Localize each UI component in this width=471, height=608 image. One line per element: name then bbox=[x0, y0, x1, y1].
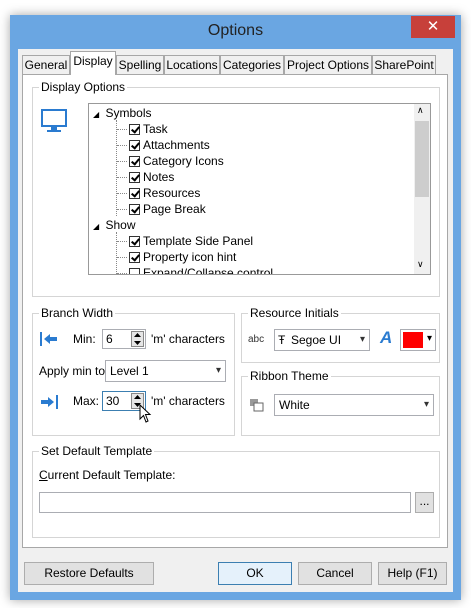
max-width-arrow-icon bbox=[41, 395, 58, 409]
tab-display[interactable]: Display bbox=[70, 51, 116, 75]
min-width-arrow-icon bbox=[40, 332, 57, 346]
page-break-checkbox[interactable] bbox=[129, 204, 140, 216]
font-value: Segoe UI bbox=[291, 333, 342, 347]
tree-item-label: Resources bbox=[143, 186, 201, 200]
ok-button[interactable]: OK bbox=[218, 562, 292, 585]
tab-general[interactable]: General bbox=[22, 55, 70, 74]
display-options-group: Display Options ◢ Symbols Task Attachmen… bbox=[32, 80, 440, 297]
tab-sharepoint[interactable]: SharePoint bbox=[372, 55, 436, 74]
template-path-input[interactable] bbox=[39, 492, 411, 513]
font-glyph-icon: Ŧ bbox=[278, 333, 286, 347]
window-title: Options bbox=[207, 22, 264, 39]
color-swatch bbox=[403, 332, 423, 348]
tree-item-label: Task bbox=[143, 122, 168, 136]
min-spinner[interactable]: 6 bbox=[102, 329, 146, 349]
tab-project-options[interactable]: Project Options bbox=[284, 55, 372, 74]
tree-item-attachments[interactable]: Attachments bbox=[117, 137, 210, 153]
font-dropdown[interactable]: Ŧ Segoe UI ▾ bbox=[274, 329, 370, 351]
color-picker[interactable]: ▾ bbox=[400, 329, 436, 351]
spin-arrows-icon[interactable] bbox=[131, 331, 144, 347]
font-color-icon: A bbox=[380, 328, 393, 347]
ribbon-theme-value: White bbox=[279, 398, 310, 412]
tree-item-resources[interactable]: Resources bbox=[117, 185, 200, 201]
abc-icon: abc bbox=[248, 334, 265, 345]
min-label: Min: bbox=[73, 332, 96, 346]
options-dialog: Options ✕ General Display Spelling Locat… bbox=[10, 15, 461, 600]
ribbon-theme-icon bbox=[250, 399, 264, 412]
chevron-down-icon: ▾ bbox=[215, 365, 221, 376]
scroll-thumb[interactable] bbox=[415, 121, 429, 197]
default-template-label: Set Default Template bbox=[39, 444, 155, 458]
resource-initials-group: Resource Initials abc Ŧ Segoe UI ▾ A ▾ bbox=[241, 306, 440, 363]
monitor-icon bbox=[41, 109, 67, 132]
tab-locations[interactable]: Locations bbox=[164, 55, 220, 74]
task-checkbox[interactable] bbox=[129, 124, 140, 136]
tree-group-label: Symbols bbox=[105, 106, 152, 120]
scroll-down-icon[interactable]: ∨ bbox=[417, 259, 424, 270]
tree-scrollbar[interactable]: ∧ ∨ bbox=[414, 104, 430, 274]
restore-defaults-button[interactable]: Restore Defaults bbox=[24, 562, 154, 585]
current-template-label: Current Default Template: bbox=[39, 468, 176, 482]
tree-group-show[interactable]: ◢ Show bbox=[93, 217, 136, 233]
template-side-panel-checkbox[interactable] bbox=[129, 236, 140, 248]
min-value: 6 bbox=[106, 332, 113, 346]
tree-item-property-icon-hint[interactable]: Property icon hint bbox=[117, 249, 236, 265]
tree-item-expand-collapse[interactable]: Expand/Collapse control bbox=[117, 265, 274, 275]
branch-width-label: Branch Width bbox=[39, 306, 116, 320]
chevron-down-icon: ▾ bbox=[359, 334, 365, 345]
ribbon-theme-label: Ribbon Theme bbox=[248, 369, 331, 383]
max-units-label: 'm' characters bbox=[151, 394, 225, 408]
collapse-triangle-icon[interactable]: ◢ bbox=[93, 110, 99, 119]
tree-item-label: Template Side Panel bbox=[143, 234, 254, 248]
max-label: Max: bbox=[73, 394, 100, 408]
apply-min-label: Apply min to: bbox=[39, 364, 109, 378]
max-value: 30 bbox=[106, 394, 120, 408]
display-tab-panel: Display Options ◢ Symbols Task Attachmen… bbox=[22, 74, 448, 548]
tree-group-symbols[interactable]: ◢ Symbols bbox=[93, 105, 152, 121]
apply-min-value: Level 1 bbox=[110, 364, 149, 378]
title-bar: Options ✕ bbox=[10, 15, 461, 49]
apply-min-dropdown[interactable]: Level 1 ▾ bbox=[105, 360, 226, 382]
tree-item-category-icons[interactable]: Category Icons bbox=[117, 153, 224, 169]
close-button[interactable]: ✕ bbox=[411, 16, 455, 38]
chevron-down-icon: ▾ bbox=[426, 333, 432, 344]
notes-checkbox[interactable] bbox=[129, 172, 140, 184]
ribbon-theme-group: Ribbon Theme White ▾ bbox=[241, 369, 440, 436]
tab-categories[interactable]: Categories bbox=[220, 55, 284, 74]
branch-width-group: Branch Width Min: 6 'm' characters Apply… bbox=[32, 306, 235, 436]
tree-item-label: Page Break bbox=[143, 202, 206, 216]
tree-item-label: Property icon hint bbox=[143, 250, 237, 264]
collapse-triangle-icon[interactable]: ◢ bbox=[93, 222, 99, 231]
cancel-button[interactable]: Cancel bbox=[298, 562, 372, 585]
resource-initials-label: Resource Initials bbox=[248, 306, 341, 320]
tree-item-page-break[interactable]: Page Break bbox=[117, 201, 206, 217]
default-template-group: Set Default Template Current Default Tem… bbox=[32, 444, 440, 538]
tree-item-label: Expand/Collapse control bbox=[143, 266, 274, 275]
tree-group-label: Show bbox=[105, 218, 136, 232]
dialog-client: General Display Spelling Locations Categ… bbox=[18, 49, 453, 592]
chevron-down-icon: ▾ bbox=[423, 399, 429, 410]
tree-item-label: Notes bbox=[143, 170, 175, 184]
attachments-checkbox[interactable] bbox=[129, 140, 140, 152]
property-icon-hint-checkbox[interactable] bbox=[129, 252, 140, 264]
ribbon-theme-dropdown[interactable]: White ▾ bbox=[274, 394, 434, 416]
resources-checkbox[interactable] bbox=[129, 188, 140, 200]
tree-item-notes[interactable]: Notes bbox=[117, 169, 174, 185]
display-options-tree[interactable]: ◢ Symbols Task Attachments Category Icon… bbox=[88, 103, 431, 275]
expand-collapse-checkbox[interactable] bbox=[129, 268, 140, 274]
tree-item-template-side-panel[interactable]: Template Side Panel bbox=[117, 233, 253, 249]
tree-item-label: Attachments bbox=[143, 138, 210, 152]
tree-item-task[interactable]: Task bbox=[117, 121, 168, 137]
tab-spelling[interactable]: Spelling bbox=[116, 55, 164, 74]
browse-button[interactable]: ... bbox=[415, 492, 434, 513]
display-options-label: Display Options bbox=[39, 80, 128, 94]
help-button[interactable]: Help (F1) bbox=[378, 562, 447, 585]
scroll-up-icon[interactable]: ∧ bbox=[417, 105, 424, 116]
category-icons-checkbox[interactable] bbox=[129, 156, 140, 168]
min-units-label: 'm' characters bbox=[151, 332, 225, 346]
tree-item-label: Category Icons bbox=[143, 154, 224, 168]
